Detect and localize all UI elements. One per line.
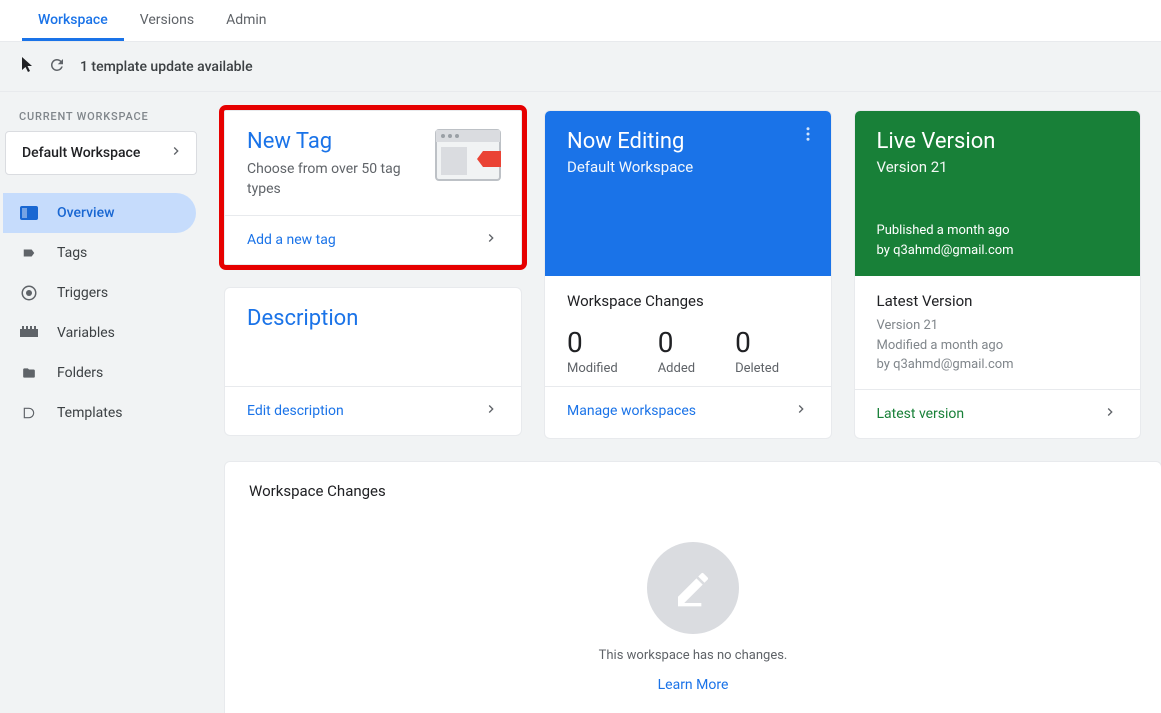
sidebar-item-label: Tags xyxy=(57,245,87,261)
add-new-tag-button[interactable]: Add a new tag xyxy=(225,215,521,264)
top-tabs: Workspace Versions Admin xyxy=(0,0,1161,42)
stat-label: Added xyxy=(658,361,695,376)
chevron-right-icon xyxy=(793,401,809,421)
banner-text: 1 template update available xyxy=(80,59,253,75)
published-date: Published a month ago xyxy=(877,221,1014,241)
stat-label: Modified xyxy=(567,361,618,376)
sidebar-item-label: Folders xyxy=(57,365,103,381)
tag-icon xyxy=(19,243,39,263)
update-banner: 1 template update available xyxy=(0,42,1161,92)
new-tag-title: New Tag xyxy=(247,129,421,154)
folder-icon xyxy=(19,363,39,383)
latest-version-number: Version 21 xyxy=(877,316,1119,336)
tag-illustration-icon xyxy=(435,129,501,185)
sidebar-item-label: Variables xyxy=(57,325,115,341)
workspace-changes-title: Workspace Changes xyxy=(249,482,1137,500)
description-title: Description xyxy=(247,306,499,331)
sidebar-item-label: Overview xyxy=(57,205,114,221)
new-tag-desc: Choose from over 50 tag types xyxy=(247,160,421,199)
live-version-title: Live Version xyxy=(877,129,1119,154)
cursor-icon xyxy=(22,57,34,77)
empty-state-icon xyxy=(647,542,739,634)
template-icon xyxy=(19,403,39,423)
workspace-selector[interactable]: Default Workspace xyxy=(5,131,197,175)
sidebar-item-tags[interactable]: Tags xyxy=(3,233,196,273)
sidebar-item-overview[interactable]: Overview xyxy=(3,193,196,233)
sidebar-item-variables[interactable]: Variables xyxy=(3,313,196,353)
workspace-changes-panel: Workspace Changes This workspace has no … xyxy=(224,461,1161,713)
stat-added: 0 Added xyxy=(658,326,695,376)
latest-version-modified: Modified a month ago xyxy=(877,336,1119,356)
latest-version-label: Latest Version xyxy=(877,292,1119,310)
chevron-right-icon xyxy=(1102,404,1118,424)
sidebar-item-label: Triggers xyxy=(57,285,108,301)
published-by: by q3ahmd@gmail.com xyxy=(877,241,1014,261)
tab-admin[interactable]: Admin xyxy=(210,0,282,41)
now-editing-card: Now Editing Default Workspace Workspace … xyxy=(544,110,832,439)
sidebar-item-folders[interactable]: Folders xyxy=(3,353,196,393)
chevron-right-icon xyxy=(168,143,184,163)
tab-versions[interactable]: Versions xyxy=(124,0,210,41)
chevron-right-icon xyxy=(483,401,499,421)
sidebar-item-triggers[interactable]: Triggers xyxy=(3,273,196,313)
stat-deleted: 0 Deleted xyxy=(735,326,779,376)
add-new-tag-label: Add a new tag xyxy=(247,232,336,248)
stat-num: 0 xyxy=(567,326,618,359)
now-editing-title: Now Editing xyxy=(567,129,809,154)
live-version-subtitle: Version 21 xyxy=(877,158,1119,176)
edit-description-label: Edit description xyxy=(247,403,344,419)
latest-version-link-label: Latest version xyxy=(877,406,965,422)
current-workspace-label: CURRENT WORKSPACE xyxy=(3,110,200,123)
refresh-icon[interactable] xyxy=(48,56,66,78)
stat-num: 0 xyxy=(735,326,779,359)
manage-workspaces-button[interactable]: Manage workspaces xyxy=(545,386,831,435)
chevron-right-icon xyxy=(483,230,499,250)
sidebar: CURRENT WORKSPACE Default Workspace Over… xyxy=(0,92,200,713)
sidebar-item-templates[interactable]: Templates xyxy=(3,393,196,433)
latest-version-button[interactable]: Latest version xyxy=(855,389,1141,438)
learn-more-link[interactable]: Learn More xyxy=(658,677,729,693)
edit-description-button[interactable]: Edit description xyxy=(225,386,521,435)
workspace-changes-label: Workspace Changes xyxy=(545,276,831,310)
content-area: New Tag Choose from over 50 tag types xyxy=(200,92,1161,713)
manage-workspaces-label: Manage workspaces xyxy=(567,403,696,419)
more-menu-icon[interactable] xyxy=(799,125,817,147)
variable-icon xyxy=(19,323,39,343)
overview-icon xyxy=(19,203,39,223)
stat-label: Deleted xyxy=(735,361,779,376)
latest-version-by: by q3ahmd@gmail.com xyxy=(877,355,1119,375)
live-version-card: Live Version Version 21 Published a mont… xyxy=(854,110,1142,439)
now-editing-subtitle: Default Workspace xyxy=(567,158,809,176)
new-tag-card: New Tag Choose from over 50 tag types xyxy=(224,110,522,265)
workspace-name: Default Workspace xyxy=(22,145,140,161)
description-card: Description Edit description xyxy=(224,287,522,436)
empty-state-message: This workspace has no changes. xyxy=(599,648,788,663)
stat-num: 0 xyxy=(658,326,695,359)
tab-workspace[interactable]: Workspace xyxy=(22,0,124,41)
stat-modified: 0 Modified xyxy=(567,326,618,376)
sidebar-item-label: Templates xyxy=(57,405,123,421)
trigger-icon xyxy=(19,283,39,303)
